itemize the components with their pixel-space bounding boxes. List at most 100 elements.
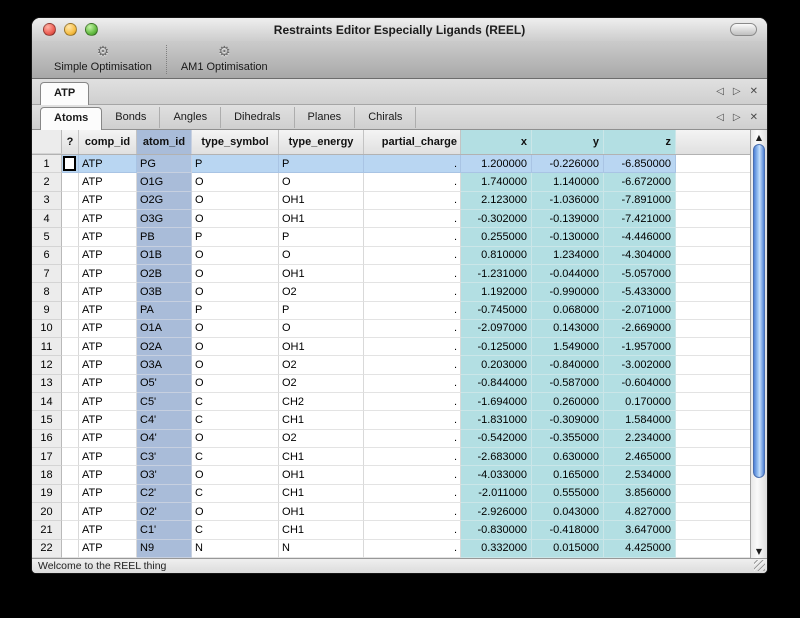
table-row[interactable]: 16ATPO4'OO2.-0.542000-0.3550002.234000: [32, 430, 750, 448]
tab-bonds[interactable]: Bonds: [102, 107, 160, 128]
tab-planes[interactable]: Planes: [295, 107, 356, 128]
cell-q[interactable]: [62, 192, 79, 210]
cell-partial-charge[interactable]: .: [364, 320, 461, 338]
cell-y[interactable]: -0.418000: [532, 521, 604, 539]
cell-q[interactable]: [62, 430, 79, 448]
vertical-scrollbar[interactable]: ▲ ▼: [750, 130, 767, 558]
cell-z[interactable]: -5.433000: [604, 283, 676, 301]
cell-atom-id[interactable]: O1B: [137, 247, 192, 265]
cell-x[interactable]: -4.033000: [461, 466, 532, 484]
cell-z[interactable]: -1.957000: [604, 338, 676, 356]
cell-z[interactable]: -7.891000: [604, 192, 676, 210]
cell-z[interactable]: -6.672000: [604, 173, 676, 191]
cell-z[interactable]: 3.856000: [604, 485, 676, 503]
cell-partial-charge[interactable]: .: [364, 503, 461, 521]
cell-atom-id[interactable]: O1A: [137, 320, 192, 338]
table-row[interactable]: 17ATPC3'CCH1.-2.6830000.6300002.465000: [32, 448, 750, 466]
cell-atom-id[interactable]: O4': [137, 430, 192, 448]
cell-q[interactable]: [62, 356, 79, 374]
cell-q[interactable]: [62, 283, 79, 301]
cell-y[interactable]: 0.143000: [532, 320, 604, 338]
cell-y[interactable]: 1.549000: [532, 338, 604, 356]
cell-type-symbol[interactable]: N: [192, 540, 279, 558]
cell-comp-id[interactable]: ATP: [79, 173, 137, 191]
cell-type-energy[interactable]: N: [279, 540, 364, 558]
cell-y[interactable]: -0.130000: [532, 228, 604, 246]
cell-atom-id[interactable]: C3': [137, 448, 192, 466]
cell-x[interactable]: 0.810000: [461, 247, 532, 265]
cell-comp-id[interactable]: ATP: [79, 247, 137, 265]
cell-partial-charge[interactable]: .: [364, 466, 461, 484]
tab-dihedrals[interactable]: Dihedrals: [221, 107, 294, 128]
cell-z[interactable]: 1.584000: [604, 411, 676, 429]
column-header-x[interactable]: x: [461, 130, 532, 154]
cell-q[interactable]: [62, 503, 79, 521]
cell-comp-id[interactable]: ATP: [79, 411, 137, 429]
cell-q[interactable]: [62, 411, 79, 429]
cell-z[interactable]: -4.446000: [604, 228, 676, 246]
table-row[interactable]: 2ATPO1GOO.1.7400001.140000-6.672000: [32, 173, 750, 191]
cell-comp-id[interactable]: ATP: [79, 320, 137, 338]
cell-z[interactable]: -6.850000: [604, 155, 676, 173]
cell-y[interactable]: -0.226000: [532, 155, 604, 173]
tab-chirals[interactable]: Chirals: [355, 107, 416, 128]
cell-comp-id[interactable]: ATP: [79, 466, 137, 484]
cell-type-symbol[interactable]: O: [192, 173, 279, 191]
column-header-type_symbol[interactable]: type_symbol: [192, 130, 279, 154]
cell-z[interactable]: 3.647000: [604, 521, 676, 539]
cell-z[interactable]: -3.002000: [604, 356, 676, 374]
cell-comp-id[interactable]: ATP: [79, 448, 137, 466]
cell-type-energy[interactable]: O2: [279, 283, 364, 301]
cell-partial-charge[interactable]: .: [364, 247, 461, 265]
cell-y[interactable]: 1.140000: [532, 173, 604, 191]
cell-atom-id[interactable]: C5': [137, 393, 192, 411]
cell-q[interactable]: [62, 375, 79, 393]
cell-x[interactable]: 0.332000: [461, 540, 532, 558]
cell-type-symbol[interactable]: C: [192, 485, 279, 503]
cell-q[interactable]: [62, 320, 79, 338]
scroll-down-icon[interactable]: ▼: [751, 544, 767, 558]
cell-partial-charge[interactable]: .: [364, 302, 461, 320]
cell-q[interactable]: [62, 247, 79, 265]
cell-z[interactable]: -2.071000: [604, 302, 676, 320]
table-row[interactable]: 4ATPO3GOOH1.-0.302000-0.139000-7.421000: [32, 210, 750, 228]
cell-q[interactable]: [62, 448, 79, 466]
cell-partial-charge[interactable]: .: [364, 540, 461, 558]
section-scroll-right-icon[interactable]: ▷: [733, 112, 741, 123]
table-row[interactable]: 10ATPO1AOO.-2.0970000.143000-2.669000: [32, 320, 750, 338]
column-header-comp_id[interactable]: comp_id: [79, 130, 137, 154]
cell-y[interactable]: 0.043000: [532, 503, 604, 521]
cell-partial-charge[interactable]: .: [364, 448, 461, 466]
cell-z[interactable]: 2.234000: [604, 430, 676, 448]
cell-x[interactable]: -1.231000: [461, 265, 532, 283]
cell-z[interactable]: -5.057000: [604, 265, 676, 283]
cell-type-symbol[interactable]: C: [192, 448, 279, 466]
cell-y[interactable]: -0.840000: [532, 356, 604, 374]
table-row[interactable]: 11ATPO2AOOH1.-0.1250001.549000-1.957000: [32, 338, 750, 356]
column-header-type_energy[interactable]: type_energy: [279, 130, 364, 154]
cell-partial-charge[interactable]: .: [364, 485, 461, 503]
cell-y[interactable]: 0.630000: [532, 448, 604, 466]
toolbar-button-am1-optimisation[interactable]: ⚙AM1 Optimisation: [169, 41, 280, 78]
cell-q[interactable]: [62, 338, 79, 356]
cell-type-symbol[interactable]: O: [192, 466, 279, 484]
cell-x[interactable]: -1.831000: [461, 411, 532, 429]
cell-comp-id[interactable]: ATP: [79, 338, 137, 356]
cell-atom-id[interactable]: O2A: [137, 338, 192, 356]
cell-x[interactable]: -2.926000: [461, 503, 532, 521]
table-row[interactable]: 22ATPN9NN.0.3320000.0150004.425000: [32, 540, 750, 558]
table-row[interactable]: 19ATPC2'CCH1.-2.0110000.5550003.856000: [32, 485, 750, 503]
cell-type-energy[interactable]: CH1: [279, 448, 364, 466]
cell-y[interactable]: -0.309000: [532, 411, 604, 429]
scrollbar-thumb[interactable]: [753, 144, 765, 478]
title-bar[interactable]: Restraints Editor Especially Ligands (RE…: [32, 18, 767, 41]
cell-type-symbol[interactable]: O: [192, 283, 279, 301]
table-row[interactable]: 15ATPC4'CCH1.-1.831000-0.3090001.584000: [32, 411, 750, 429]
cell-atom-id[interactable]: O3B: [137, 283, 192, 301]
cell-partial-charge[interactable]: .: [364, 192, 461, 210]
table-row[interactable]: 6ATPO1BOO.0.8100001.234000-4.304000: [32, 247, 750, 265]
cell-partial-charge[interactable]: .: [364, 155, 461, 173]
cell-type-energy[interactable]: P: [279, 228, 364, 246]
cell-type-symbol[interactable]: O: [192, 503, 279, 521]
cell-x[interactable]: -2.683000: [461, 448, 532, 466]
